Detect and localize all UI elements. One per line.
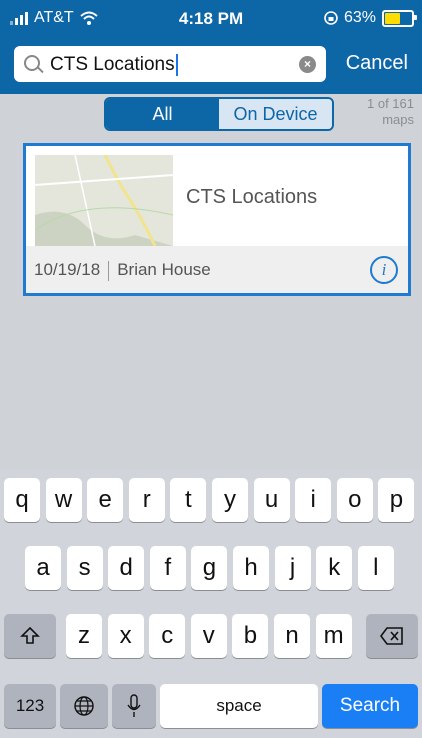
delete-icon [380, 627, 403, 645]
tab-all[interactable]: All [106, 99, 219, 129]
key-u[interactable]: u [253, 478, 290, 522]
key-k[interactable]: k [316, 546, 353, 590]
key-y[interactable]: y [212, 478, 248, 522]
key-a[interactable]: a [25, 546, 61, 590]
key-d[interactable]: d [108, 546, 145, 590]
shift-icon [20, 626, 40, 644]
map-date: 10/19/18 [34, 260, 101, 279]
microphone-icon [127, 694, 141, 717]
search-value: CTS Locations [50, 54, 175, 76]
delete-key[interactable] [366, 614, 418, 658]
filter-segmented-control: All On Device [104, 97, 334, 131]
key-p[interactable]: p [378, 478, 415, 522]
globe-key[interactable] [60, 684, 108, 728]
info-icon[interactable]: i [370, 256, 398, 284]
key-t[interactable]: t [170, 478, 207, 522]
key-b[interactable]: b [232, 614, 269, 658]
search-key[interactable]: Search [322, 684, 418, 728]
key-w[interactable]: w [45, 478, 82, 522]
key-x[interactable]: x [107, 614, 144, 658]
space-key[interactable]: space [160, 684, 318, 728]
rotation-lock-icon [324, 11, 338, 25]
map-card[interactable]: CTS Locations 10/19/18 Brian House i [23, 143, 411, 296]
map-owner: Brian House [117, 260, 211, 279]
key-g[interactable]: g [191, 546, 228, 590]
key-c[interactable]: c [149, 614, 186, 658]
search-icon [24, 55, 40, 71]
key-h[interactable]: h [233, 546, 269, 590]
key-m[interactable]: m [315, 614, 352, 658]
keyboard: qwertyuiop asdfghjkl zxcvbnm 123 space Sea… [0, 470, 422, 738]
map-thumbnail[interactable] [35, 155, 173, 246]
cancel-button[interactable]: Cancel [346, 52, 408, 75]
map-card-footer: 10/19/18 Brian House i [26, 246, 408, 293]
key-s[interactable]: s [66, 546, 103, 590]
key-i[interactable]: i [295, 478, 332, 522]
numbers-key[interactable]: 123 [4, 684, 56, 728]
status-bar: AT&T 4:18 PM 63% [0, 0, 422, 40]
key-q[interactable]: q [4, 478, 40, 522]
search-input[interactable]: CTS Locations × [14, 46, 326, 82]
microphone-key[interactable] [112, 684, 156, 728]
key-j[interactable]: j [274, 546, 311, 590]
globe-icon [74, 696, 94, 716]
key-f[interactable]: f [149, 546, 186, 590]
tab-on-device[interactable]: On Device [219, 99, 332, 129]
clear-icon[interactable]: × [299, 56, 316, 73]
key-z[interactable]: z [66, 614, 102, 658]
text-cursor [175, 54, 178, 76]
key-o[interactable]: o [336, 478, 373, 522]
search-bar: CTS Locations × Cancel [0, 40, 422, 94]
result-count: 1 of 161 maps [367, 96, 414, 127]
key-v[interactable]: v [190, 614, 227, 658]
divider [108, 260, 110, 281]
battery-icon [382, 9, 417, 27]
key-r[interactable]: r [128, 478, 165, 522]
shift-key[interactable] [4, 614, 56, 658]
key-n[interactable]: n [274, 614, 310, 658]
key-e[interactable]: e [87, 478, 124, 522]
key-l[interactable]: l [357, 546, 394, 590]
map-title: CTS Locations [186, 186, 318, 208]
battery-percent: 63% [343, 9, 376, 26]
